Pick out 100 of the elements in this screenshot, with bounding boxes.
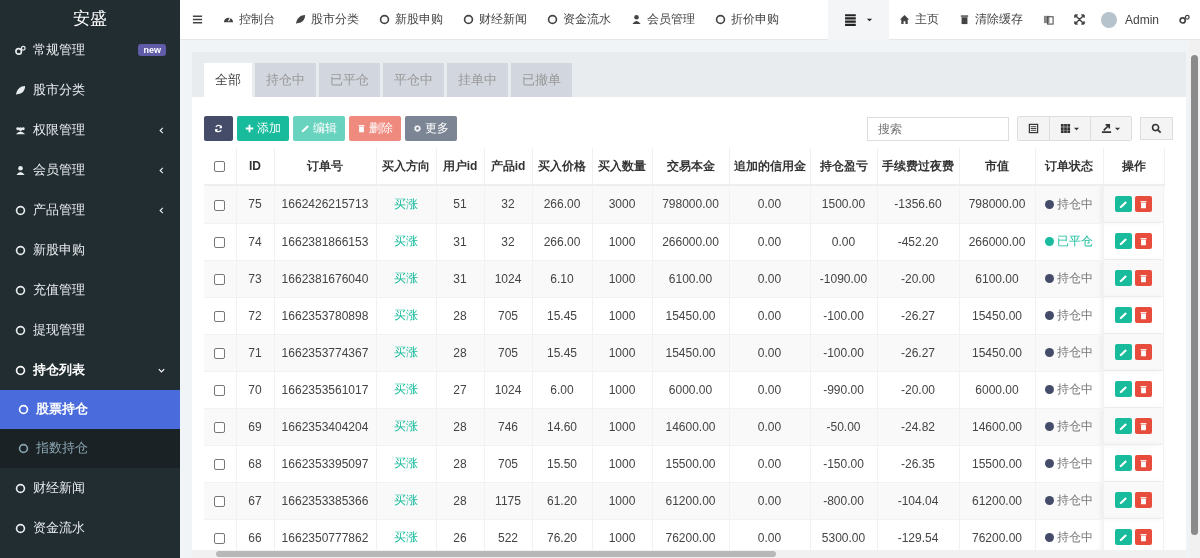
more-button[interactable]: 更多 [405, 116, 457, 141]
edit-button[interactable] [1114, 270, 1132, 286]
edit-button[interactable] [1114, 381, 1132, 397]
delete-button[interactable] [1134, 307, 1152, 323]
trash-icon [1138, 421, 1148, 431]
edit-button[interactable] [1114, 418, 1132, 434]
row-checkbox[interactable] [214, 310, 226, 322]
nav-link[interactable]: 折价申购 [705, 0, 789, 40]
row-checkbox[interactable] [214, 273, 226, 285]
table-cell: 75 [248, 197, 262, 212]
table-cell: 266000.00 [968, 234, 1026, 249]
row-checkbox[interactable] [214, 347, 226, 359]
nav-link[interactable]: 清除缓存 [949, 0, 1033, 40]
table-cell: 705 [498, 308, 518, 323]
sidebar-item[interactable]: 会员管理 [0, 150, 180, 190]
nav-link[interactable]: 股市分类 [285, 0, 369, 40]
delete-button[interactable] [1134, 381, 1152, 397]
sidebar-item[interactable]: 财经新闻 [0, 468, 180, 508]
row-checkbox[interactable] [214, 532, 226, 544]
table-cell: 0.00 [831, 234, 856, 249]
row-checkbox[interactable] [214, 199, 226, 211]
table-cell: 1000 [608, 382, 636, 397]
delete-button[interactable] [1134, 270, 1152, 286]
edit-button[interactable] [1114, 196, 1132, 212]
sidebar-item[interactable]: 权限管理 [0, 110, 180, 150]
row-checkbox[interactable] [214, 236, 226, 248]
table-cell: 31 [453, 271, 467, 286]
table-cell: 0.00 [757, 456, 782, 471]
edit-button[interactable] [1114, 344, 1132, 360]
delete-button[interactable] [1134, 196, 1152, 212]
circle-icon [463, 14, 474, 25]
row-checkbox[interactable] [214, 384, 226, 396]
column-header: 订单状态 [1045, 158, 1093, 173]
sidebar-item[interactable]: 充值管理 [0, 270, 180, 310]
sidebar-item[interactable]: 常规管理 new [0, 30, 180, 70]
search-button[interactable] [1140, 117, 1173, 140]
table-cell: -20.00 [901, 382, 935, 397]
edit-button[interactable] [1114, 492, 1132, 508]
search-field[interactable]: 搜索 [867, 116, 1009, 141]
sidebar-item[interactable]: 持仓列表 [0, 350, 180, 390]
nav-link[interactable]: 资金流水 [537, 0, 621, 40]
table-cell: 266.00 [543, 197, 581, 212]
refresh-button[interactable] [204, 116, 233, 141]
sidebar-subitem[interactable]: 指数持仓 [0, 429, 180, 468]
sidebar-item[interactable]: 资金流水 [0, 508, 180, 548]
pencil-icon [1118, 458, 1128, 468]
circle-icon [379, 14, 390, 25]
status-label: 持仓中 [1045, 492, 1093, 509]
nav-link[interactable]: 主页 [889, 0, 949, 40]
horizontal-scrollbar[interactable] [192, 550, 1186, 558]
export-dropdown-button[interactable] [1090, 117, 1131, 140]
nav-link[interactable]: 会员管理 [621, 0, 705, 40]
gear-icon [413, 124, 422, 133]
user-icon [15, 164, 26, 176]
row-checkbox[interactable] [214, 458, 226, 470]
user-menu[interactable]: Admin [1117, 0, 1169, 40]
sidebar-item[interactable]: 产品管理 [0, 190, 180, 230]
nav-link[interactable]: 新股申购 [369, 0, 453, 40]
list-dropdown-button[interactable] [828, 0, 889, 40]
edit-button[interactable] [1114, 307, 1132, 323]
table-cell: -129.54 [897, 530, 939, 545]
table-cell: 买涨 [394, 345, 418, 359]
columns-dropdown-button[interactable] [1049, 117, 1090, 140]
row-checkbox[interactable] [214, 421, 226, 433]
table-cell: -452.20 [897, 234, 939, 249]
sidebar-item[interactable]: 提现管理 [0, 310, 180, 350]
nav-link[interactable]: 财经新闻 [453, 0, 537, 40]
sidebar-subitem[interactable]: 股票持仓 [0, 390, 180, 429]
tab[interactable]: 全部 [204, 63, 252, 97]
delete-button[interactable] [1134, 344, 1152, 360]
edit-button[interactable] [1114, 455, 1132, 471]
delete-button[interactable] [1134, 418, 1152, 434]
table-cell: 6.10 [550, 271, 574, 286]
delete-button[interactable] [1134, 233, 1152, 249]
table-cell: 66 [248, 530, 262, 545]
table-cell: 0.00 [757, 419, 782, 434]
table-cell: -800.00 [823, 493, 864, 508]
edit-button[interactable] [1114, 529, 1132, 545]
table-cell: 1500.00 [821, 197, 866, 212]
nav-link[interactable]: 控制台 [213, 0, 285, 40]
vertical-scrollbar[interactable] [1189, 40, 1200, 558]
delete-button[interactable] [1134, 455, 1152, 471]
delete-button[interactable] [1134, 492, 1152, 508]
toggle-view-button[interactable] [1018, 117, 1049, 140]
table-cell: 0.00 [757, 345, 782, 360]
table-cell: 15.50 [547, 456, 577, 471]
sidebar-item[interactable]: 股市分类 [0, 70, 180, 110]
table-cell: 28 [453, 493, 467, 508]
table-cell: -100.00 [823, 345, 864, 360]
status-label: 持仓中 [1045, 270, 1093, 287]
delete-button[interactable] [1134, 529, 1152, 545]
table-cell: 1662381676040 [281, 271, 369, 286]
table-cell: 72 [248, 308, 262, 323]
chevron-left-icon [157, 205, 166, 215]
sidebar-item[interactable]: 新股申购 [0, 230, 180, 270]
row-checkbox[interactable] [214, 495, 226, 507]
table-cell: 14600.00 [971, 419, 1023, 434]
table-cell: 买涨 [394, 234, 418, 248]
select-all-checkbox[interactable] [214, 161, 226, 173]
edit-button[interactable] [1114, 233, 1132, 249]
